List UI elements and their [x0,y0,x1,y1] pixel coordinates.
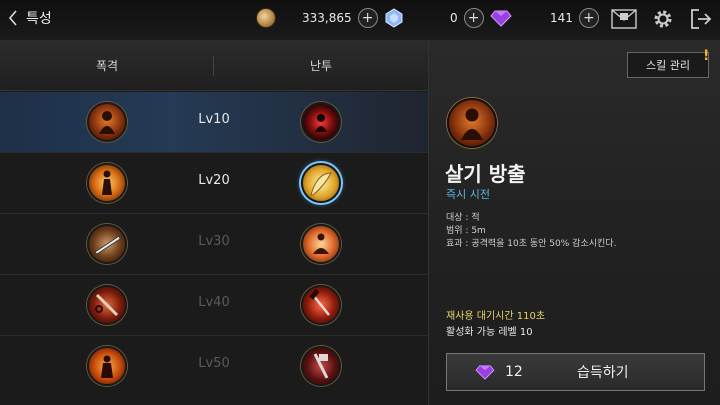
back-button[interactable]: 특성 [8,8,52,28]
trait-row: Lv20 [0,153,428,214]
chevron-left-icon [8,10,17,26]
add-gem-button[interactable]: + [578,8,599,28]
learn-skill-button[interactable]: 12 습득하기 [446,353,705,391]
tab-melee[interactable]: 난투 [214,57,428,74]
figure-icon [315,114,327,132]
skill-manage-button[interactable]: 스킬 관리 [627,52,709,78]
required-level-text: 활성화 가능 레벨 10 [446,327,533,338]
trait-tabs: 폭격 난투 [0,40,428,91]
figure-icon [101,355,113,378]
sword-icon [95,293,119,317]
exit-icon[interactable] [690,8,712,30]
figure-icon [461,108,483,140]
skill-dash-icon[interactable] [301,163,341,203]
trait-row: Lv50 [0,336,428,397]
gold-amount: 333,865 [302,11,352,25]
mail-icon[interactable] [611,9,637,29]
gold-currency: 333,865 + [256,8,404,28]
learn-cost: 12 [447,364,577,380]
skill-inferno-icon[interactable] [87,346,127,386]
figure-icon [313,233,329,254]
skill-meditate-icon[interactable] [301,224,341,264]
learn-label: 습득하기 [577,365,629,381]
tab-divider [213,56,214,76]
skill-target: 대상 : 적 [446,213,480,223]
level-label: Lv30 [198,234,230,249]
top-bar: 특성 333,865 + 0 + 141 + [0,0,720,40]
skill-detail-panel: 스킬 관리 ! 살기 방출 즉시 시전 대상 : 적 범위 : 5m 효과 : … [428,40,720,405]
skill-hammer-icon[interactable] [301,285,341,325]
selected-skill-icon [447,98,497,148]
trait-row: Lv40 [0,275,428,336]
skill-name: 살기 방출 [445,162,526,186]
skill-blade-icon[interactable] [87,224,127,264]
cost-amount: 12 [505,364,523,380]
skill-cleaver-icon[interactable] [301,346,341,386]
trait-row: Lv10 [0,92,428,153]
gear-icon[interactable] [652,8,674,30]
add-crystal-button[interactable]: + [463,8,484,28]
alert-badge: ! [703,48,710,64]
purple-gem-icon [475,365,495,380]
crystal-icon [385,8,403,28]
hammer-icon [309,288,330,316]
skill-rage-aura-icon[interactable] [87,102,127,142]
skill-crimson-aura-icon[interactable] [301,102,341,142]
skill-flame-body-icon[interactable] [87,163,127,203]
crystal-amount: 0 [450,11,458,25]
level-label: Lv10 [198,112,230,127]
level-label: Lv20 [198,173,230,188]
page-title: 특성 [26,11,52,27]
gem-currency: 141 + [550,8,599,28]
purple-gem-icon [489,10,512,27]
crystal-currency: 0 + [450,8,512,28]
skill-description: 대상 : 적 범위 : 5m 효과 : 공격력을 10초 동안 50% 감소시킨… [446,212,616,251]
cleaver-icon [313,353,329,379]
trait-row: Lv30 [0,214,428,275]
gold-coin-icon [256,8,276,28]
figure-icon [99,111,115,134]
tab-bombard[interactable]: 폭격 [0,57,214,74]
skill-cast-type: 즉시 시전 [446,188,490,201]
figure-icon [102,170,112,195]
blade-icon [94,235,121,255]
trait-list-panel: 폭격 난투 Lv10 Lv20 Lv30 Lv40 Lv50 [0,40,428,405]
skill-chain-sword-icon[interactable] [87,285,127,325]
cooldown-text: 재사용 대기시간 110초 [446,311,546,322]
gem-amount: 141 [550,11,573,25]
skill-range: 범위 : 5m [446,226,486,236]
add-gold-button[interactable]: + [357,8,378,28]
feather-icon [310,172,332,196]
skill-effect: 효과 : 공격력을 10초 동안 50% 감소시킨다. [446,239,617,249]
level-label: Lv50 [198,356,230,371]
level-label: Lv40 [198,295,230,310]
